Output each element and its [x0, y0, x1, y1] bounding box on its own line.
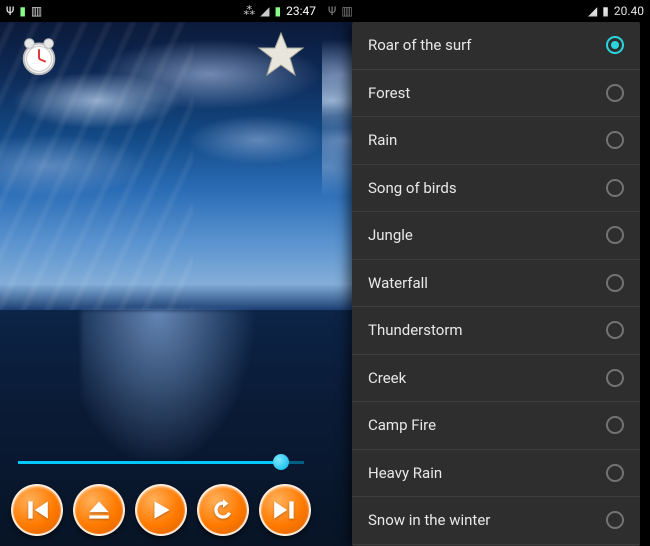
- sound-option-label: Thunderstorm: [368, 321, 463, 339]
- sound-list[interactable]: Roar of the surf Forest Rain Song of birds J…: [352, 22, 640, 546]
- sound-option-label: Waterfall: [368, 274, 428, 292]
- radio-icon: [606, 511, 624, 529]
- player-controls: [0, 484, 322, 536]
- sound-option-label: Camp Fire: [368, 416, 436, 434]
- battery-icon: ▮: [19, 4, 26, 18]
- sound-option-label: Forest: [368, 84, 410, 102]
- radio-icon: [606, 179, 624, 197]
- sound-option[interactable]: Camp Fire: [352, 402, 640, 450]
- sound-option[interactable]: Roar of the surf: [352, 22, 640, 70]
- radio-icon: [606, 369, 624, 387]
- sound-option[interactable]: Jungle: [352, 212, 640, 260]
- play-icon: [148, 497, 174, 523]
- clock-time: 23:47: [286, 4, 316, 18]
- eject-icon: [86, 497, 112, 523]
- sound-option[interactable]: Song of birds: [352, 165, 640, 213]
- play-button[interactable]: [135, 484, 187, 536]
- sound-option-label: Roar of the surf: [368, 36, 472, 54]
- eject-button[interactable]: [73, 484, 125, 536]
- sound-option[interactable]: Waterfall: [352, 260, 640, 308]
- next-icon: [272, 497, 298, 523]
- sound-option-label: Song of birds: [368, 179, 457, 197]
- usb-icon: Ψ: [328, 4, 336, 18]
- repeat-icon: [210, 497, 236, 523]
- radio-icon: [606, 321, 624, 339]
- sound-option[interactable]: Heavy Rain: [352, 450, 640, 498]
- sound-option[interactable]: Thunderstorm: [352, 307, 640, 355]
- next-track-button[interactable]: [259, 484, 311, 536]
- sound-option[interactable]: Rain: [352, 117, 640, 165]
- sound-option[interactable]: Creek: [352, 355, 640, 403]
- signal-icon: ◢: [260, 4, 269, 18]
- radio-icon: [606, 131, 624, 149]
- radio-icon: [606, 226, 624, 244]
- alarm-clock-button[interactable]: [16, 32, 62, 78]
- sound-option[interactable]: Snow in the winter: [352, 497, 640, 545]
- prev-track-button[interactable]: [11, 484, 63, 536]
- battery-level-icon: ▮: [275, 4, 282, 18]
- sd-card-icon: ▥: [31, 4, 42, 18]
- sound-option-label: Jungle: [368, 226, 413, 244]
- sound-option-label: Snow in the winter: [368, 511, 490, 529]
- favorite-star-button[interactable]: [256, 30, 306, 80]
- sound-option-label: Creek: [368, 369, 406, 387]
- sd-card-icon: ▥: [341, 4, 352, 18]
- player-screen: Ψ ▮ ▥ ⁂ ◢ ▮ 23:47: [0, 0, 322, 546]
- radio-icon: [606, 36, 624, 54]
- prev-icon: [24, 497, 50, 523]
- radio-icon: [606, 84, 624, 102]
- signal-icon: ◢: [588, 4, 597, 18]
- battery-level-icon: ▮: [602, 4, 609, 18]
- sound-option-label: Heavy Rain: [368, 464, 442, 482]
- status-bar: Ψ ▮ ▥ ⁂ ◢ ▮ 23:47: [0, 0, 322, 22]
- radio-icon: [606, 464, 624, 482]
- sound-option[interactable]: Forest: [352, 70, 640, 118]
- usb-icon: Ψ: [6, 4, 14, 18]
- repeat-button[interactable]: [197, 484, 249, 536]
- sound-picker-screen: Ψ ▥ ◢ ▮ 20.40 Roar of the surf Forest Rain…: [322, 0, 650, 546]
- seek-bar[interactable]: [18, 452, 304, 472]
- background-strip: [322, 22, 352, 546]
- seek-thumb[interactable]: [273, 454, 289, 470]
- status-bar: Ψ ▥ ◢ ▮ 20.40: [322, 0, 650, 22]
- clock-time: 20.40: [614, 4, 644, 18]
- radio-icon: [606, 416, 624, 434]
- sound-option-label: Rain: [368, 131, 397, 149]
- bluetooth-icon: ⁂: [243, 4, 255, 18]
- radio-icon: [606, 274, 624, 292]
